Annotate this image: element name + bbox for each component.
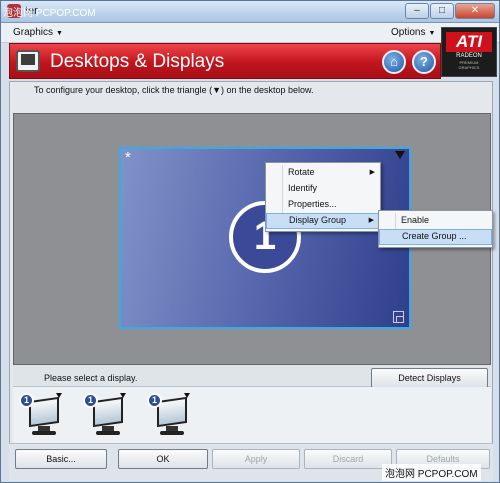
menu-item-label: Properties...	[288, 199, 337, 209]
minimize-button[interactable]: –	[405, 3, 429, 19]
help-icon[interactable]: ?	[412, 50, 436, 74]
resize-icon[interactable]	[393, 311, 404, 323]
menu-item-label: Rotate	[288, 167, 315, 177]
options-menu-label: Options	[391, 27, 426, 38]
logo-line3: GRAPHICS	[458, 65, 480, 70]
monitor-base	[32, 431, 56, 435]
close-button[interactable]: ✕	[455, 3, 495, 19]
house-icon[interactable]: ⌂	[382, 50, 406, 74]
menu-item-display-group[interactable]: Display Group ▶	[266, 213, 380, 229]
logo-line1: RADEON	[456, 53, 482, 59]
chevron-down-icon[interactable]	[120, 393, 126, 398]
menu-item-label: Create Group ...	[402, 231, 467, 241]
chevron-down-icon[interactable]	[184, 393, 190, 398]
display-group-submenu: Enable Create Group ...	[378, 210, 493, 248]
chevron-down-icon: ▼	[56, 30, 63, 37]
monitor-badge: 1	[147, 393, 162, 408]
submenu-arrow-icon: ▶	[368, 217, 374, 224]
primary-star-icon: *	[125, 149, 131, 166]
page-title: Desktops & Displays	[50, 51, 225, 72]
triangle-menu-icon[interactable]	[395, 151, 405, 159]
monitor-badge: 1	[83, 393, 98, 408]
menu-item-label: Display Group	[289, 215, 347, 225]
ati-radeon-logo: ATI RADEON PREMIUM GRAPHICS	[441, 27, 497, 77]
watermark-top: 泡泡网 PCPOP.COM	[3, 8, 96, 19]
submenu-arrow-icon: ▶	[369, 169, 375, 176]
monitor-base	[160, 431, 184, 435]
maximize-button[interactable]: □	[430, 3, 454, 19]
menu-item-enable[interactable]: Enable	[379, 213, 492, 229]
chevron-down-icon[interactable]	[56, 393, 62, 398]
menu-item-identify[interactable]: Identify	[266, 181, 380, 197]
window-controls: – □ ✕	[405, 3, 495, 19]
monitor-thumbnail[interactable]: 1	[83, 393, 127, 437]
apply-button[interactable]: Apply	[212, 449, 300, 469]
monitor-base	[96, 431, 120, 435]
chevron-down-icon: ▼	[428, 30, 436, 37]
menu-item-properties[interactable]: Properties...	[266, 197, 380, 213]
monitor-thumbnail[interactable]: 1	[19, 393, 63, 437]
monitor-thumbnail[interactable]: 1	[147, 393, 191, 437]
options-menu[interactable]: Options ▼	[391, 27, 435, 38]
graphics-menu-label: Graphics	[13, 27, 54, 38]
ok-button[interactable]: OK	[118, 449, 208, 469]
instruction-text: To configure your desktop, click the tri…	[34, 85, 314, 95]
menu-item-rotate[interactable]: Rotate ▶	[266, 165, 380, 181]
menu-bar: Graphics ▼ Options ▼	[1, 23, 499, 43]
menu-item-label: Enable	[401, 215, 430, 225]
graphics-menu[interactable]: Graphics ▼	[13, 27, 63, 38]
watermark-bottom: 泡泡网 PCPOP.COM	[382, 464, 481, 481]
desktop-icon	[16, 50, 40, 72]
select-display-label: Please select a display.	[44, 373, 138, 383]
page-header: Desktops & Displays ⌂ ?	[9, 43, 441, 79]
display-context-menu: Rotate ▶ Identify Properties... Display G…	[265, 162, 381, 232]
discard-button[interactable]: Discard	[304, 449, 392, 469]
menu-item-create-group[interactable]: Create Group ...	[379, 229, 492, 245]
detect-displays-button[interactable]: Detect Displays	[371, 368, 488, 388]
catalyst-window: ter – □ ✕ Graphics ▼ Options ▼ Desktops & …	[0, 0, 500, 483]
monitor-badge: 1	[19, 393, 34, 408]
basic-button[interactable]: Basic...	[15, 449, 107, 469]
menu-item-label: Identify	[288, 183, 318, 193]
logo-word: ATI	[446, 32, 492, 52]
